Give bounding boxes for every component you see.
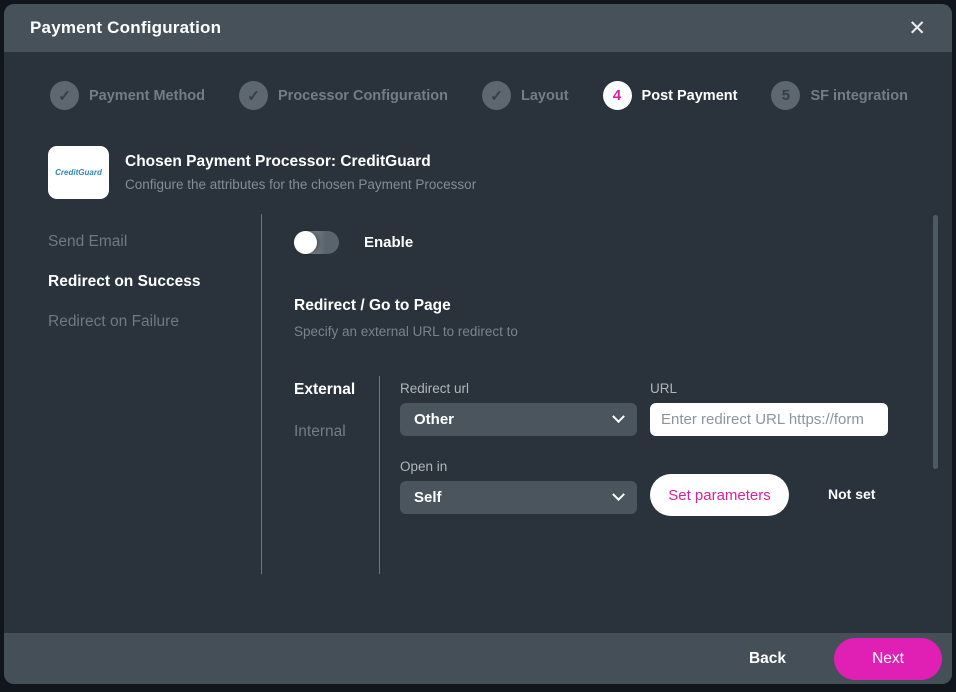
- menu-divider: [261, 214, 262, 574]
- back-button[interactable]: Back: [749, 650, 786, 668]
- open-in-label: Open in: [400, 459, 447, 474]
- processor-subtitle: Configure the attributes for the chosen …: [125, 177, 476, 192]
- modal-header: Payment Configuration ✕: [4, 4, 952, 52]
- set-parameters-button[interactable]: Set parameters: [650, 474, 789, 516]
- next-button[interactable]: Next: [834, 638, 942, 680]
- check-icon: ✓: [50, 81, 79, 110]
- processor-info: CreditGuard Chosen Payment Processor: Cr…: [48, 146, 476, 199]
- chevron-down-icon: [612, 488, 625, 501]
- menu-item-send-email[interactable]: Send Email: [48, 232, 200, 252]
- wizard-stepper: ✓ Payment Method ✓ Processor Configurati…: [50, 81, 936, 110]
- processor-title: Chosen Payment Processor: CreditGuard: [125, 153, 476, 171]
- step-payment-method[interactable]: ✓ Payment Method: [50, 81, 205, 110]
- enable-toggle-row: Enable: [294, 231, 413, 254]
- enable-toggle[interactable]: [294, 231, 339, 254]
- chevron-down-icon: [612, 410, 625, 423]
- tab-external[interactable]: External: [294, 381, 355, 399]
- step-number-badge: 5: [771, 81, 800, 110]
- step-post-payment[interactable]: 4 Post Payment: [603, 81, 738, 110]
- menu-item-redirect-on-failure[interactable]: Redirect on Failure: [48, 312, 200, 332]
- modal-footer: Back Next: [4, 633, 952, 684]
- menu-item-redirect-on-success[interactable]: Redirect on Success: [48, 272, 200, 292]
- payment-configuration-modal: Payment Configuration ✕ ✓ Payment Method…: [4, 4, 952, 684]
- url-input[interactable]: [650, 403, 888, 436]
- step-number-badge: 4: [603, 81, 632, 110]
- redirect-url-select[interactable]: Other: [400, 403, 637, 436]
- tab-internal[interactable]: Internal: [294, 423, 346, 441]
- tabs-divider: [379, 376, 380, 574]
- step-layout[interactable]: ✓ Layout: [482, 81, 569, 110]
- section-title: Redirect / Go to Page: [294, 297, 451, 315]
- close-icon[interactable]: ✕: [908, 18, 926, 39]
- enable-label: Enable: [364, 234, 413, 251]
- step-sf-integration[interactable]: 5 SF integration: [771, 81, 907, 110]
- processor-text: Chosen Payment Processor: CreditGuard Co…: [125, 153, 476, 192]
- post-payment-menu: Send Email Redirect on Success Redirect …: [48, 232, 200, 332]
- modal-title: Payment Configuration: [30, 18, 221, 38]
- payment-configuration-modal-screen: Payment Configuration ✕ ✓ Payment Method…: [0, 0, 956, 692]
- check-icon: ✓: [482, 81, 511, 110]
- creditguard-logo: CreditGuard: [48, 146, 109, 199]
- toggle-knob: [294, 231, 317, 254]
- redirect-url-label: Redirect url: [400, 381, 469, 396]
- url-label: URL: [650, 381, 677, 396]
- open-in-select[interactable]: Self: [400, 481, 637, 514]
- vertical-scrollbar[interactable]: [933, 215, 938, 469]
- parameters-status: Not set: [828, 486, 875, 502]
- section-subtitle: Specify an external URL to redirect to: [294, 324, 518, 339]
- step-processor-configuration[interactable]: ✓ Processor Configuration: [239, 81, 448, 110]
- check-icon: ✓: [239, 81, 268, 110]
